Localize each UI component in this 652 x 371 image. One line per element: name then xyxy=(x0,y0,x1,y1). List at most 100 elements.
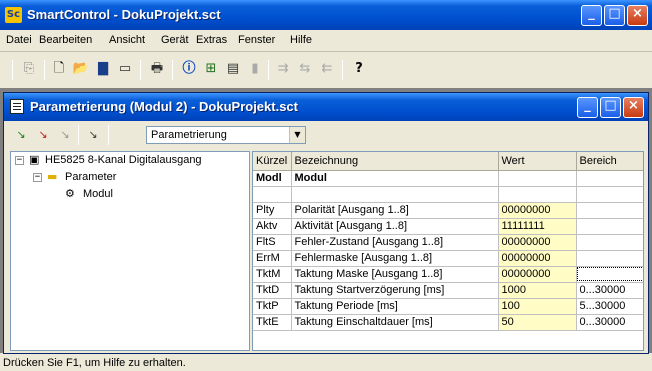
arrow-green-icon[interactable]: ↘ xyxy=(12,127,30,143)
menu-fenster[interactable]: Fenster xyxy=(238,34,275,46)
help-icon[interactable]: ? xyxy=(350,60,368,78)
info-icon[interactable]: ⓘ xyxy=(180,60,198,78)
child-title-bar[interactable]: Parametrierung (Modul 2) - DokuProjekt.s… xyxy=(4,93,648,121)
folder-icon: ▬ xyxy=(47,170,58,183)
group-wert xyxy=(498,170,577,187)
save-icon[interactable]: ▇ xyxy=(94,60,112,78)
column-header-bereich[interactable]: Bereich xyxy=(576,152,643,171)
table-row[interactable]: Aktv Aktivität [Ausgang 1..8] 11111111 xyxy=(253,218,643,235)
group-row: Modl Modul xyxy=(253,170,643,187)
cell-bereich xyxy=(576,234,643,251)
minimize-button[interactable]: _ xyxy=(581,5,602,26)
child-close-button[interactable]: × xyxy=(623,97,644,118)
arrow-red-icon[interactable]: ↘ xyxy=(34,127,52,143)
menu-datei[interactable]: Datei xyxy=(6,34,32,46)
group-bez: Modul xyxy=(291,170,499,187)
table-row[interactable]: TktE Taktung Einschaltdauer [ms] 50 0...… xyxy=(253,314,643,331)
device-icon[interactable]: ▭ xyxy=(116,60,134,78)
main-toolbar: ⎘ 🗋 📂 ▇ ▭ 🖶 ⓘ ⊞ ▤ ▮ ⇉ ⇆ ⇇ ? xyxy=(0,52,652,86)
cell-wert[interactable]: 00000000 xyxy=(498,250,577,267)
toolbar-separator xyxy=(268,60,269,80)
cell-kurz: ErrM xyxy=(253,250,292,267)
table-row[interactable]: TktM Taktung Maske [Ausgang 1..8] 000000… xyxy=(253,266,643,283)
compare-icon[interactable]: ⇆ xyxy=(296,60,314,78)
app-title-bar[interactable]: Sc SmartControl - DokuProjekt.sct _ □ × xyxy=(0,0,652,30)
arrow-gray-icon[interactable]: ↘ xyxy=(56,127,74,143)
column-header-wert[interactable]: Wert xyxy=(498,152,577,171)
view-select[interactable]: Parametrierung ▼ xyxy=(146,126,306,144)
open-icon[interactable]: 📂 xyxy=(72,60,90,78)
cell-bereich: 0...30000 xyxy=(576,282,643,299)
group-kurz: Modl xyxy=(253,170,292,187)
child-minimize-button[interactable]: _ xyxy=(577,97,598,118)
parameter-grid: Kürzel Bezeichnung Wert Bereich Modl Mod… xyxy=(252,151,644,351)
collapse-toggle[interactable]: − xyxy=(15,156,24,165)
tree-node-modul[interactable]: Modul xyxy=(83,186,113,202)
new-icon[interactable]: 🗋 xyxy=(50,60,68,78)
cell-bez: Aktivität [Ausgang 1..8] xyxy=(291,218,499,235)
menu-extras[interactable]: Extras xyxy=(196,34,227,46)
cell-bez: Taktung Startverzögerung [ms] xyxy=(291,282,499,299)
table-row[interactable]: Plty Polarität [Ausgang 1..8] 00000000 xyxy=(253,202,643,219)
collapse-toggle[interactable]: − xyxy=(33,173,42,182)
cell-wert[interactable]: 11111111 xyxy=(498,218,577,235)
module-icon: ▣ xyxy=(29,153,40,166)
table-row[interactable]: ErrM Fehlermaske [Ausgang 1..8] 00000000 xyxy=(253,250,643,267)
cell-bereich xyxy=(576,218,643,235)
smartcontrol-app-icon[interactable]: Sc xyxy=(5,7,22,23)
cell-wert[interactable]: 00000000 xyxy=(498,234,577,251)
grid-icon[interactable]: ▤ xyxy=(224,60,242,78)
cell-wert[interactable]: 00000000 xyxy=(498,266,577,283)
toolbar-separator xyxy=(78,125,79,145)
download-icon[interactable]: ⇇ xyxy=(318,60,336,78)
toolbar-separator xyxy=(12,60,13,80)
menu-hilfe[interactable]: Hilfe xyxy=(290,34,312,46)
gear-icon: ⚙ xyxy=(65,187,75,200)
upload-icon[interactable]: ⇉ xyxy=(274,60,292,78)
toolbar-separator xyxy=(108,125,109,145)
child-title: Parametrierung (Modul 2) - DokuProjekt.s… xyxy=(30,99,298,114)
status-bar: Drücken Sie F1, um Hilfe zu erhalten. xyxy=(0,356,652,371)
cell-bez: Taktung Einschaltdauer [ms] xyxy=(291,314,499,331)
toolbar-separator xyxy=(172,60,173,80)
print-icon[interactable]: 🖶 xyxy=(148,60,166,78)
panel-icon[interactable]: ▮ xyxy=(246,60,264,78)
cell-bez: Fehler-Zustand [Ausgang 1..8] xyxy=(291,234,499,251)
cell-wert[interactable]: 1000 xyxy=(498,282,577,299)
close-button[interactable]: × xyxy=(627,5,648,26)
column-header-kuerzel[interactable]: Kürzel xyxy=(253,152,292,171)
arrow-multi-icon[interactable]: ↘ xyxy=(84,127,102,143)
table-row[interactable]: FltS Fehler-Zustand [Ausgang 1..8] 00000… xyxy=(253,234,643,251)
menu-bearbeiten[interactable]: Bearbeiten xyxy=(39,34,92,46)
grid-header-row: Kürzel Bezeichnung Wert Bereich xyxy=(253,152,643,171)
cell-bez: Taktung Periode [ms] xyxy=(291,298,499,315)
toolbar-separator xyxy=(140,60,141,80)
cell-kurz: TktD xyxy=(253,282,292,299)
cell-wert[interactable]: 50 xyxy=(498,314,577,331)
device-tree: − ▣ HE5825 8-Kanal Digitalausgang − ▬ Pa… xyxy=(10,151,250,351)
app-title: SmartControl - DokuProjekt.sct xyxy=(27,7,221,22)
cell-kurz: Aktv xyxy=(253,218,292,235)
child-maximize-button[interactable]: □ xyxy=(600,97,621,118)
menu-bar: Datei Bearbeiten Ansicht Gerät Extras Fe… xyxy=(0,30,652,50)
maximize-button[interactable]: □ xyxy=(604,5,625,26)
cell-kurz: TktE xyxy=(253,314,292,331)
cell-bereich xyxy=(576,250,643,267)
cell-wert[interactable]: 100 xyxy=(498,298,577,315)
table-row[interactable]: TktD Taktung Startverzögerung [ms] 1000 … xyxy=(253,282,643,299)
menu-ansicht[interactable]: Ansicht xyxy=(109,34,145,46)
column-header-bezeichnung[interactable]: Bezeichnung xyxy=(291,152,499,171)
preview-icon[interactable]: ⎘ xyxy=(20,60,38,78)
spacer-row xyxy=(253,186,643,203)
tree-icon[interactable]: ⊞ xyxy=(202,60,220,78)
chevron-down-icon[interactable]: ▼ xyxy=(289,127,305,143)
menu-geraet[interactable]: Gerät xyxy=(161,34,189,46)
table-row[interactable]: TktP Taktung Periode [ms] 100 5...30000 xyxy=(253,298,643,315)
cell-kurz: TktP xyxy=(253,298,292,315)
cell-wert[interactable]: 00000000 xyxy=(498,202,577,219)
view-select-value: Parametrierung xyxy=(151,129,227,141)
tree-node-device[interactable]: HE5825 8-Kanal Digitalausgang xyxy=(45,152,202,168)
cell-bereich[interactable] xyxy=(576,266,643,283)
tree-node-parameter[interactable]: Parameter xyxy=(65,169,116,185)
cell-bez: Fehlermaske [Ausgang 1..8] xyxy=(291,250,499,267)
